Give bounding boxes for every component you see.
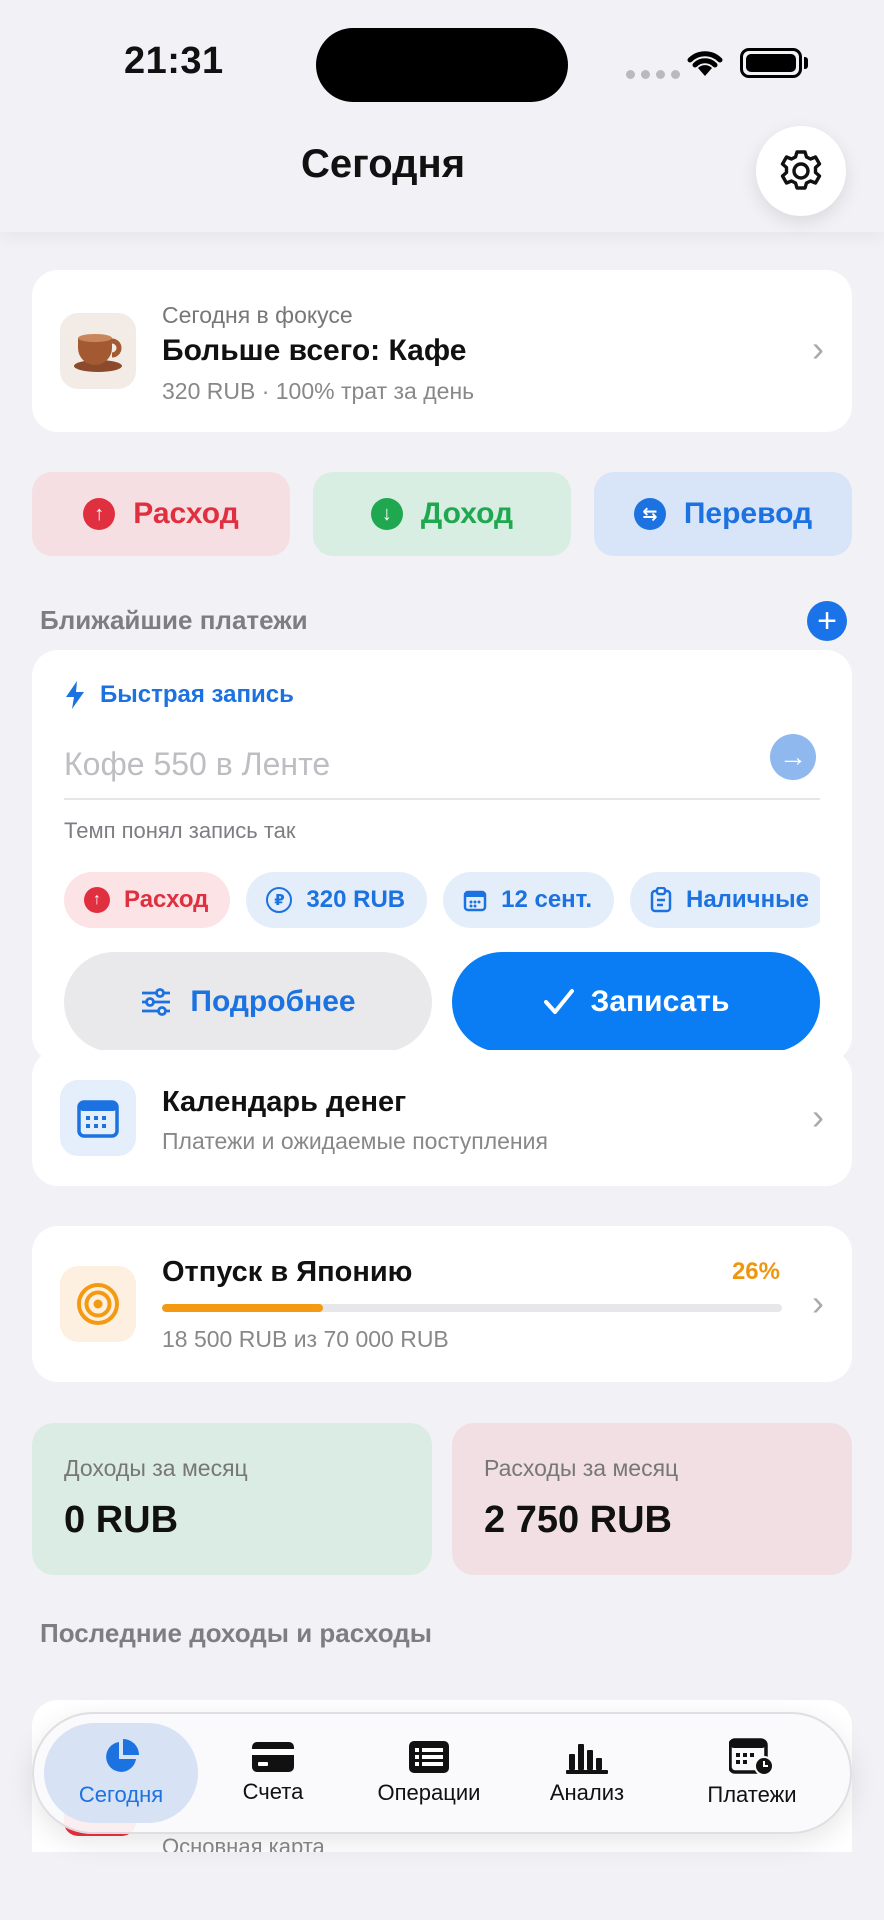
battery-tip <box>804 57 808 69</box>
tab-accounts[interactable]: Счета <box>208 1712 338 1834</box>
plus-icon: + <box>817 602 837 640</box>
bottom-safe-area <box>0 1852 884 1920</box>
status-time: 21:31 <box>124 40 224 82</box>
checkmark-icon <box>543 989 574 1014</box>
tab-payments-label: Платежи <box>707 1782 797 1807</box>
focus-card[interactable]: Сегодня в фокусе Больше всего: Кафе 320 … <box>32 270 852 432</box>
quick-entry-card: Быстрая запись → Темп понял запись так ↑… <box>32 650 852 1062</box>
goal-progress-bar <box>162 1304 782 1312</box>
pie-chart-icon <box>106 1739 139 1772</box>
money-calendar-title: Календарь денег <box>162 1086 407 1118</box>
arrow-down-circle-icon: ↓ <box>370 498 403 530</box>
recent-transactions-label: Последние доходы и расходы <box>40 1618 432 1648</box>
expense-button[interactable]: ↑ Расход <box>32 472 290 556</box>
battery-icon <box>740 48 802 78</box>
monthly-expense-label: Расходы за месяц <box>484 1455 679 1481</box>
add-payment-button[interactable]: + <box>807 601 847 641</box>
tab-operations-label: Операции <box>377 1780 481 1805</box>
tab-accounts-label: Счета <box>242 1779 304 1804</box>
focus-subtitle: 320 RUB · 100% трат за день <box>162 378 475 404</box>
quick-entry-input[interactable] <box>64 734 784 794</box>
target-icon <box>60 1266 136 1342</box>
arrow-up-circle-icon: ↑ <box>84 887 110 913</box>
page-title: Сегодня <box>300 142 466 186</box>
tab-operations[interactable]: Операции <box>352 1712 506 1834</box>
goal-percent: 26% <box>731 1258 780 1285</box>
goal-title: Отпуск в Японию <box>162 1256 413 1288</box>
monthly-income-card[interactable]: Доходы за месяц 0 RUB <box>32 1423 432 1575</box>
money-calendar-card[interactable]: Календарь денег Платежи и ожидаемые пост… <box>32 1050 852 1186</box>
focus-title: Больше всего: Кафе <box>162 334 467 367</box>
income-button[interactable]: ↓ Доход <box>313 472 571 556</box>
goal-subtitle: 18 500 RUB из 70 000 RUB <box>162 1326 449 1352</box>
ruble-icon: ₽ <box>266 887 293 913</box>
calendar-clock-icon <box>729 1738 774 1776</box>
chip-amount-label: 320 RUB <box>306 886 406 913</box>
quick-entry-send-button[interactable]: → <box>770 734 816 780</box>
more-details-label: Подробнее <box>190 985 356 1018</box>
settings-button[interactable] <box>756 126 846 216</box>
lightning-icon <box>66 681 84 709</box>
list-icon <box>409 1741 449 1773</box>
dynamic-island <box>316 28 568 102</box>
clipboard-icon <box>650 887 672 913</box>
calendar-grid-icon <box>60 1080 136 1156</box>
chip-account-label: Наличные <box>686 886 809 913</box>
chip-date[interactable]: 12 сент. <box>443 872 614 928</box>
bar-chart-icon <box>566 1744 608 1774</box>
cellular-signal-icon <box>626 70 680 79</box>
chip-type[interactable]: ↑ Расход <box>64 872 231 928</box>
chip-type-label: Расход <box>124 886 209 913</box>
expense-button-label: Расход <box>133 497 239 530</box>
goal-progress-fill <box>162 1304 324 1312</box>
calendar-icon <box>463 890 487 912</box>
tab-analysis-label: Анализ <box>549 1780 625 1805</box>
income-button-label: Доход <box>420 497 514 530</box>
chip-date-label: 12 сент. <box>501 886 592 913</box>
chip-account[interactable]: Наличные <box>630 872 820 928</box>
goal-card[interactable]: Отпуск в Японию 26% 18 500 RUB из 70 000… <box>32 1226 852 1382</box>
transfer-arrows-icon: ⇆ <box>633 498 666 530</box>
transfer-button-label: Перевод <box>683 497 813 530</box>
save-record-button[interactable]: Записать <box>452 952 820 1052</box>
monthly-expense-card[interactable]: Расходы за месяц 2 750 RUB <box>452 1423 852 1575</box>
chip-amount[interactable]: ₽ 320 RUB <box>246 872 428 928</box>
transfer-button[interactable]: ⇆ Перевод <box>594 472 852 556</box>
wifi-icon <box>684 46 726 83</box>
tab-analysis[interactable]: Анализ <box>522 1712 652 1834</box>
arrow-right-icon: → <box>779 741 807 772</box>
quick-entry-title: Быстрая запись <box>100 681 294 708</box>
monthly-income-value: 0 RUB <box>64 1499 179 1541</box>
chevron-right-icon: › <box>812 1282 824 1323</box>
divider <box>64 798 820 800</box>
monthly-income-label: Доходы за месяц <box>64 1455 248 1481</box>
parsed-chips: ↑ Расход ₽ 320 RUB 12 сент. Наличные <box>64 872 820 930</box>
gear-icon <box>780 150 822 190</box>
money-calendar-subtitle: Платежи и ожидаемые поступления <box>162 1128 548 1154</box>
parsed-label: Темп понял запись так <box>64 818 296 843</box>
tab-today[interactable]: Сегодня <box>44 1712 198 1834</box>
monthly-expense-value: 2 750 RUB <box>484 1499 672 1541</box>
upcoming-payments-label: Ближайшие платежи <box>40 605 308 635</box>
arrow-up-circle-icon: ↑ <box>83 498 116 530</box>
tab-payments[interactable]: Платежи <box>672 1712 832 1834</box>
coffee-cup-icon <box>60 313 136 389</box>
focus-eyebrow: Сегодня в фокусе <box>162 302 353 328</box>
credit-card-icon <box>252 1742 294 1772</box>
chevron-right-icon: › <box>812 1096 824 1137</box>
more-details-button[interactable]: Подробнее <box>64 952 432 1052</box>
chevron-right-icon: › <box>812 328 824 369</box>
tab-today-label: Сегодня <box>78 1782 164 1807</box>
tab-bar: Сегодня Счета Операции Анализ Платежи <box>32 1712 852 1834</box>
save-record-label: Записать <box>590 985 730 1018</box>
sliders-icon <box>142 988 171 1016</box>
quick-entry-header: Быстрая запись <box>64 680 294 710</box>
